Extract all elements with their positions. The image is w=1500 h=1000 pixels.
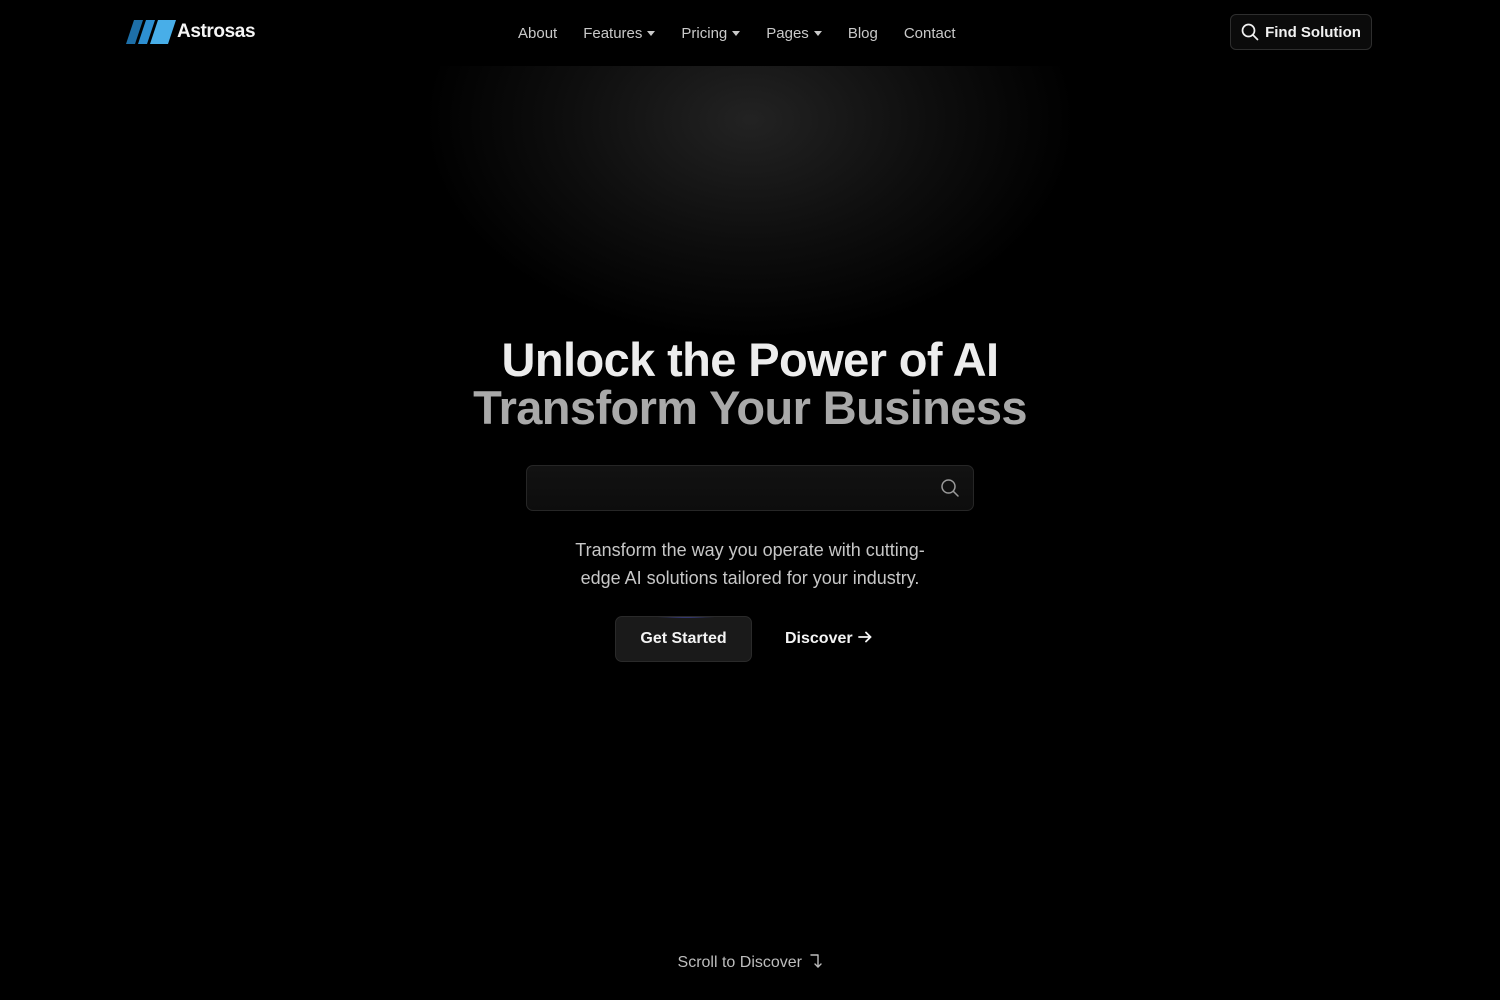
get-started-button[interactable]: Get Started [615, 616, 752, 662]
hero-glow [430, 66, 1070, 336]
discover-link[interactable]: Discover [785, 626, 872, 652]
hero-subtitle: Transform the way you operate with cutti… [575, 540, 925, 588]
find-solution-label: Find Solution [1265, 23, 1361, 41]
caret-down-icon [732, 30, 741, 36]
nav-contact-label: Contact [903, 24, 956, 42]
main-nav: About Features Pricing Pages Blog Contac… [518, 22, 956, 44]
arrow-right-icon [857, 630, 872, 648]
nav-pricing-label: Pricing [681, 24, 728, 42]
hero-title-line1: Unlock the Power of AI [501, 333, 1000, 386]
logo-mark-icon [126, 20, 176, 44]
find-solution-button[interactable]: Find Solution [1230, 14, 1372, 50]
nav-about[interactable]: About [518, 22, 557, 44]
landing-page: Astrosas About Features Pricing Pages Bl… [0, 0, 1500, 1000]
site-header: Astrosas About Features Pricing Pages Bl… [0, 0, 1500, 66]
discover-label: Discover [785, 630, 853, 647]
nav-blog[interactable]: Blog [848, 22, 878, 44]
caret-down-icon [813, 30, 822, 36]
hero-search-input[interactable] [541, 466, 925, 512]
corner-down-icon [810, 953, 823, 974]
search-icon [1241, 23, 1259, 41]
hero-title-line2: Transform Your Business [473, 381, 1027, 434]
nav-contact[interactable]: Contact [904, 22, 956, 44]
brand-name: Astrosas [177, 21, 256, 42]
nav-pages-label: Pages [766, 24, 809, 42]
nav-pages[interactable]: Pages [766, 22, 822, 44]
nav-blog-label: Blog [847, 24, 878, 42]
button-glow-edge [656, 617, 716, 618]
caret-down-icon [647, 30, 656, 36]
scroll-hint-label: Scroll to Discover [677, 954, 803, 971]
hero-search [526, 465, 974, 512]
get-started-label: Get Started [640, 630, 727, 647]
nav-features[interactable]: Features [583, 22, 656, 44]
scroll-hint[interactable]: Scroll to Discover [0, 953, 1500, 974]
search-icon[interactable] [940, 478, 960, 498]
hero-title: Unlock the Power of AI Transform Your Bu… [0, 336, 1500, 432]
nav-about-label: About [518, 24, 558, 42]
brand-logo[interactable]: Astrosas [126, 20, 256, 44]
nav-features-label: Features [583, 24, 643, 42]
nav-pricing[interactable]: Pricing [681, 22, 741, 44]
